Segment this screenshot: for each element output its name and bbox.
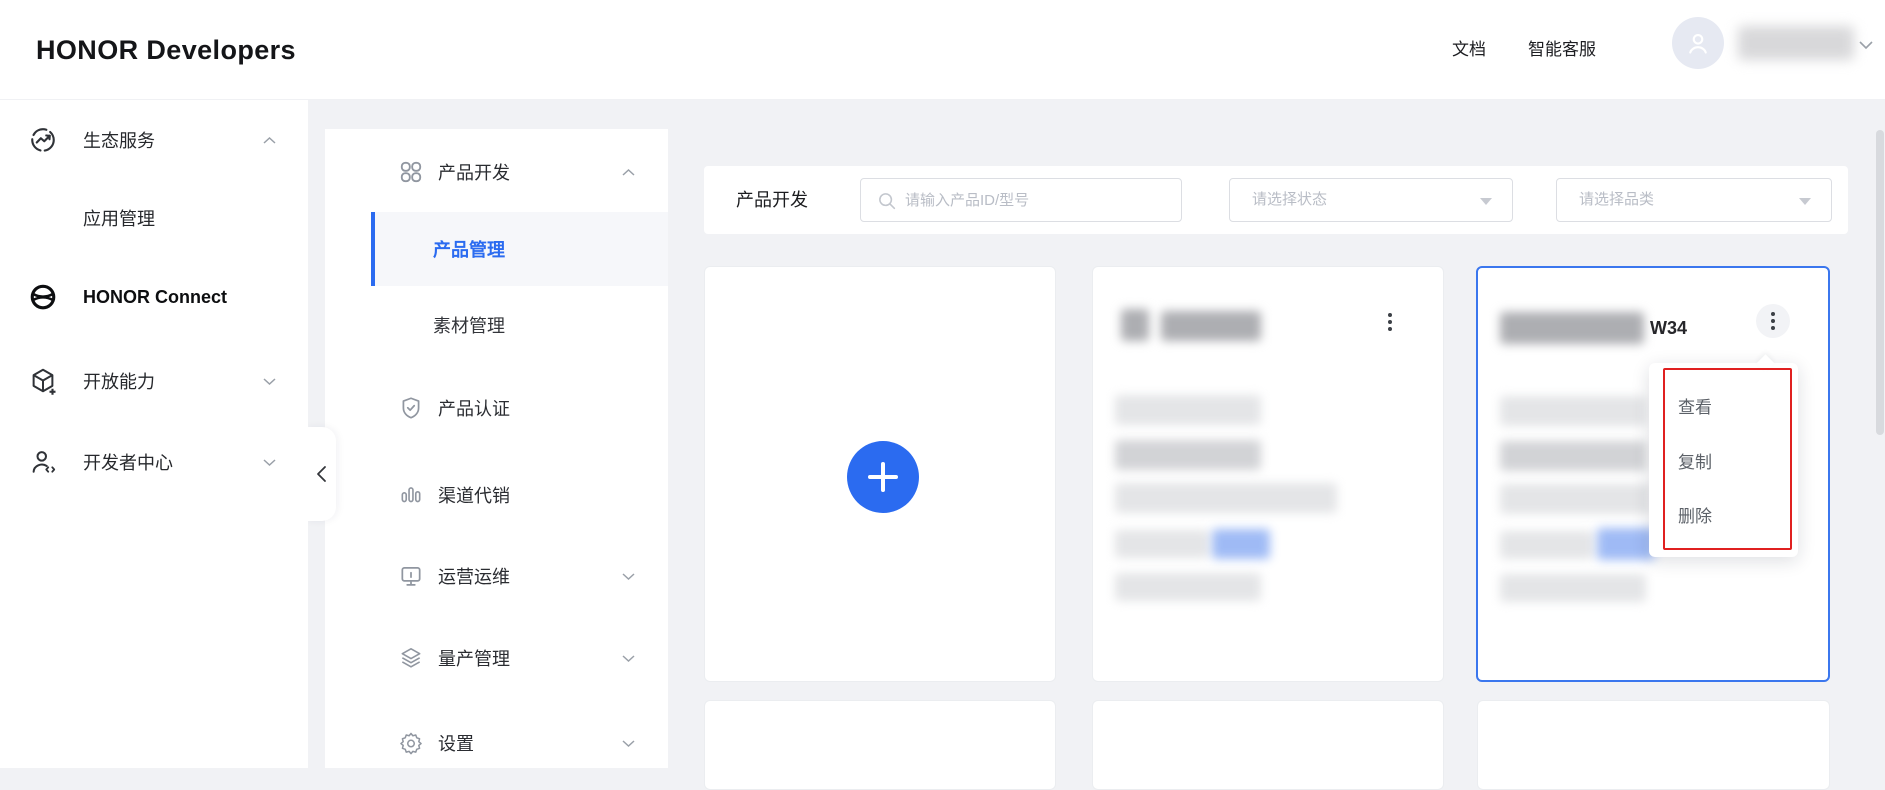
sidebar-item-open-capabilities[interactable]: 开放能力	[0, 353, 308, 409]
subnav-item-label: 产品管理	[433, 240, 505, 260]
status-select-placeholder: 请选择状态	[1252, 191, 1328, 208]
menu-item-view[interactable]: 查看	[1649, 390, 1798, 426]
redacted-field-row	[1115, 440, 1261, 470]
sidebar-item-label: HONOR Connect	[83, 286, 227, 307]
menu-item-copy[interactable]: 复制	[1649, 445, 1798, 481]
subnav-item-channel-distribution[interactable]: 渠道代销	[325, 467, 668, 523]
bar-chart-icon	[398, 482, 424, 508]
brand-logo: HONOR Developers	[36, 35, 296, 65]
product-search-input[interactable]	[905, 179, 1175, 221]
card-more-actions-button[interactable]	[1756, 304, 1790, 338]
gear-icon	[398, 730, 424, 756]
chevron-down-icon	[262, 458, 277, 467]
redacted-status-badge	[1212, 529, 1270, 559]
redacted-field-row	[1500, 484, 1650, 514]
subnav-group-product-development[interactable]: 产品开发	[325, 144, 668, 200]
header-link-docs[interactable]: 文档	[1452, 0, 1486, 100]
chevron-up-icon	[262, 136, 277, 145]
card-context-menu: 查看 复制 删除	[1649, 354, 1798, 557]
subnav-item-label: 素材管理	[433, 316, 505, 336]
add-product-card[interactable]	[704, 266, 1056, 682]
chevron-up-icon	[621, 168, 636, 177]
redacted-product-title	[1161, 311, 1261, 341]
chevron-down-icon	[262, 377, 277, 386]
redacted-status-badge	[1597, 528, 1655, 560]
menu-item-delete[interactable]: 删除	[1649, 499, 1798, 535]
product-card[interactable]	[1477, 700, 1830, 790]
product-card[interactable]	[1092, 266, 1444, 682]
sidebar-item-app-management[interactable]: 应用管理	[0, 190, 308, 246]
shield-check-icon	[398, 395, 424, 421]
grid-icon	[398, 159, 424, 185]
product-subnav: 产品开发 产品管理 素材管理 产品认证 渠道代销 运营运维 量产管理 设置	[325, 129, 668, 768]
subnav-item-label: 运营运维	[438, 567, 510, 587]
subnav-item-product-certification[interactable]: 产品认证	[325, 380, 668, 436]
layers-icon	[398, 645, 424, 671]
subnav-item-label: 渠道代销	[438, 486, 510, 506]
username-redacted	[1738, 26, 1854, 60]
sidebar-item-label: 应用管理	[83, 209, 155, 229]
subnav-item-operations[interactable]: 运营运维	[325, 548, 668, 604]
main-sidebar: 生态服务 应用管理 HONOR Connect 开放能力 开发者中心	[0, 100, 308, 768]
page-title: 产品开发	[736, 190, 808, 210]
monitor-icon	[398, 563, 424, 589]
caret-down-icon	[1480, 198, 1492, 205]
subnav-item-label: 产品认证	[438, 399, 510, 419]
vertical-scrollbar-thumb[interactable]	[1876, 130, 1884, 435]
redacted-field-row	[1500, 396, 1646, 426]
chevron-down-icon	[621, 739, 636, 748]
subnav-item-label: 产品开发	[438, 163, 510, 183]
redacted-field-row	[1500, 574, 1646, 602]
header-link-support[interactable]: 智能客服	[1528, 0, 1596, 100]
status-select[interactable]: 请选择状态	[1229, 178, 1513, 222]
subnav-item-mass-production[interactable]: 量产管理	[325, 630, 668, 686]
sidebar-item-label: 生态服务	[83, 131, 155, 151]
sidebar-item-label: 开发者中心	[83, 453, 173, 473]
top-header: HONOR Developers 文档 智能客服	[0, 0, 1885, 100]
redacted-field-row	[1115, 573, 1261, 601]
redacted-product-thumb	[1121, 309, 1149, 341]
redacted-product-title	[1500, 312, 1644, 344]
subnav-item-label: 量产管理	[438, 649, 510, 669]
sidebar-item-label: 开放能力	[83, 372, 155, 392]
product-card[interactable]	[704, 700, 1056, 790]
search-icon	[876, 190, 898, 212]
category-select-placeholder: 请选择品类	[1579, 191, 1655, 208]
developer-person-icon	[28, 447, 58, 477]
sidebar-item-honor-connect[interactable]: HONOR Connect	[0, 269, 308, 325]
redacted-field-row	[1500, 531, 1594, 559]
redacted-field-row	[1500, 441, 1646, 471]
plus-icon	[866, 460, 900, 494]
filter-bar: 产品开发 请选择状态 请选择品类	[704, 166, 1848, 234]
product-search-box	[860, 178, 1182, 222]
redacted-field-row	[1115, 395, 1261, 425]
subnav-item-label: 设置	[438, 734, 474, 754]
product-card[interactable]	[1092, 700, 1444, 790]
subnav-item-product-management-active[interactable]: 产品管理	[371, 212, 668, 286]
redacted-field-row	[1115, 483, 1337, 513]
sidebar-item-ecosystem-services[interactable]: 生态服务	[0, 112, 308, 168]
card-more-actions-button[interactable]	[1373, 305, 1407, 339]
cube-plus-icon	[28, 366, 58, 396]
user-avatar[interactable]	[1672, 17, 1724, 69]
caret-down-icon	[1799, 198, 1811, 205]
user-menu-chevron-down-icon[interactable]	[1858, 40, 1874, 50]
ecosystem-chart-icon	[28, 125, 58, 155]
sidebar-collapse-handle[interactable]	[306, 427, 336, 521]
chevron-down-icon	[621, 654, 636, 663]
honor-connect-logo-icon	[28, 282, 58, 312]
product-title-visible: W34	[1650, 318, 1688, 338]
chevron-left-icon	[316, 465, 327, 483]
honor-developers-console: HONOR Developers 文档 智能客服 生态服务 应用管理 HONOR…	[0, 0, 1885, 790]
person-icon	[1683, 28, 1713, 58]
sidebar-item-developer-center[interactable]: 开发者中心	[0, 434, 308, 490]
subnav-item-material-management[interactable]: 素材管理	[325, 297, 668, 353]
redacted-field-row	[1115, 530, 1209, 558]
subnav-item-settings[interactable]: 设置	[325, 715, 668, 771]
category-select[interactable]: 请选择品类	[1556, 178, 1832, 222]
chevron-down-icon	[621, 572, 636, 581]
add-product-button[interactable]	[847, 441, 919, 513]
